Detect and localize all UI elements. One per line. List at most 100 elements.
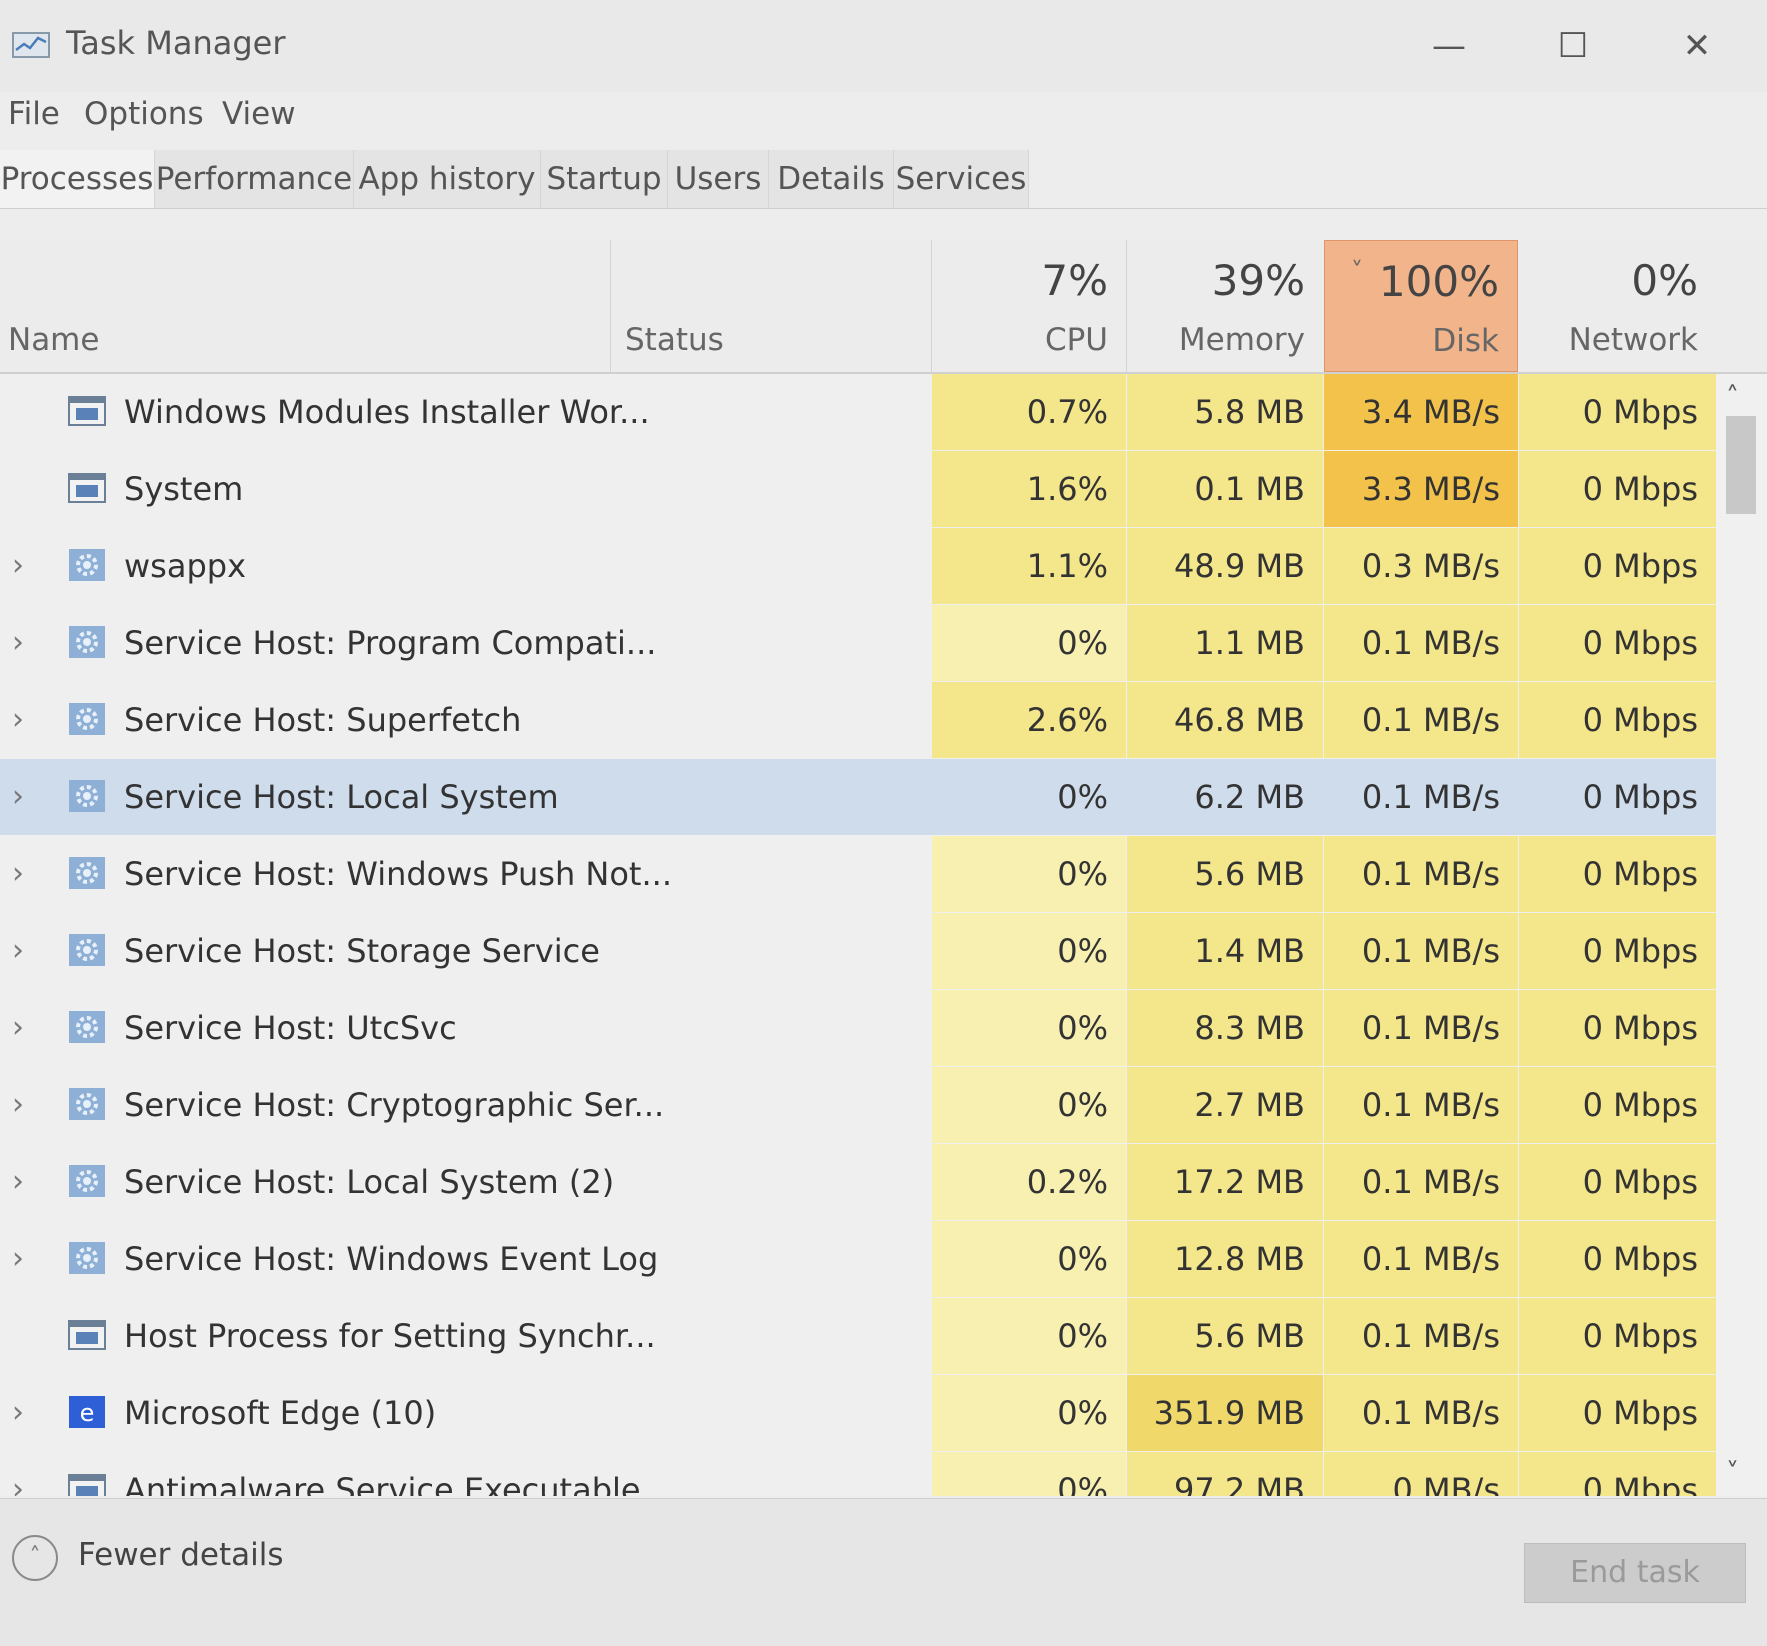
tab-details[interactable]: Details (769, 150, 894, 208)
expand-chevron-icon[interactable]: › (12, 1375, 38, 1451)
window-icon (68, 1318, 106, 1352)
window-icon (68, 471, 106, 505)
menu-options[interactable]: Options (84, 96, 204, 132)
memory-cell: 1.1 MB (1127, 605, 1323, 681)
disk-column-header[interactable]: ˅ 100% Disk (1324, 240, 1518, 372)
minimize-button[interactable]: — (1404, 18, 1494, 74)
task-manager-window: Task Manager — ☐ ✕ File Options View Pro… (0, 0, 1767, 1646)
expand-chevron-icon (12, 451, 38, 527)
menu-file[interactable]: File (8, 96, 60, 132)
scrollbar-thumb[interactable] (1726, 416, 1756, 514)
process-name: Service Host: Local System (2) (124, 1163, 615, 1201)
menu-view[interactable]: View (222, 96, 296, 132)
table-row[interactable]: › Service Host: Superfetch 2.6% 46.8 MB 0.1 … (0, 682, 1716, 758)
expand-chevron-icon[interactable]: › (12, 605, 38, 681)
window-title: Task Manager (66, 24, 286, 62)
table-row[interactable]: › Service Host: Cryptographic Ser... 0% 2.7… (0, 1067, 1716, 1143)
table-row[interactable]: › Service Host: Windows Event Log 0% 12.8 M… (0, 1221, 1716, 1297)
scroll-up-icon[interactable]: ˄ (1726, 382, 1739, 412)
gear-icon (68, 856, 106, 890)
network-cell: 0 Mbps (1519, 990, 1716, 1066)
process-list: Windows Modules Installer Wor... 0.7% 5.8 … (0, 374, 1716, 1496)
disk-cell: 0.1 MB/s (1324, 836, 1518, 912)
window-icon (68, 1472, 106, 1496)
scroll-down-icon[interactable]: ˅ (1726, 1458, 1739, 1488)
disk-header-label: Disk (1432, 323, 1499, 359)
disk-cell: 0 MB/s (1324, 1452, 1518, 1496)
memory-cell: 1.4 MB (1127, 913, 1323, 989)
process-name: Host Process for Setting Synchr... (124, 1317, 656, 1355)
network-cell: 0 Mbps (1519, 451, 1716, 527)
table-row[interactable]: › Service Host: Local System (2) 0.2% 17.2 … (0, 1144, 1716, 1220)
table-row[interactable]: › Service Host: UtcSvc 0% 8.3 MB 0.1 MB/s 0 M… (0, 990, 1716, 1066)
expand-chevron-icon[interactable]: › (12, 682, 38, 758)
expand-chevron-icon[interactable]: › (12, 913, 38, 989)
vertical-scrollbar[interactable]: ˄ ˅ (1716, 374, 1767, 1496)
fewer-details-link[interactable]: Fewer details (78, 1537, 284, 1573)
cpu-cell: 0% (932, 605, 1126, 681)
process-name: Service Host: Storage Service (124, 932, 600, 970)
maximize-button[interactable]: ☐ (1528, 18, 1618, 74)
network-cell: 0 Mbps (1519, 1298, 1716, 1374)
expand-chevron-icon[interactable]: › (12, 528, 38, 604)
status-column-header[interactable]: Status (611, 240, 931, 372)
table-row[interactable]: › Service Host: Windows Push Not... 0% 5.6 … (0, 836, 1716, 912)
table-row[interactable]: › Service Host: Local System 0% 6.2 MB 0.1 M… (0, 759, 1716, 835)
expand-chevron-icon[interactable]: › (12, 1452, 38, 1496)
cpu-column-header[interactable]: 7% CPU (932, 240, 1126, 372)
tab-processes[interactable]: Processes (0, 150, 155, 208)
memory-cell: 17.2 MB (1127, 1144, 1323, 1220)
table-row[interactable]: › e Microsoft Edge (10) 0% 351.9 MB 0.1 MB/s 0… (0, 1375, 1716, 1451)
cpu-cell: 0% (932, 1375, 1126, 1451)
expand-chevron-icon[interactable]: › (12, 1144, 38, 1220)
memory-header-label: Memory (1178, 322, 1305, 358)
end-task-button[interactable]: End task (1524, 1543, 1746, 1603)
gear-icon (68, 1241, 106, 1275)
close-button[interactable]: ✕ (1652, 18, 1742, 74)
process-name: Service Host: Local System (124, 778, 559, 816)
expand-chevron-icon (12, 374, 38, 450)
network-column-header[interactable]: 0% Network (1519, 240, 1716, 372)
expand-chevron-icon[interactable]: › (12, 1221, 38, 1297)
gear-icon (68, 548, 106, 582)
process-name: Windows Modules Installer Wor... (124, 393, 650, 431)
task-manager-icon (12, 32, 50, 58)
table-row[interactable]: System 1.6% 0.1 MB 3.3 MB/s 0 Mbps (0, 451, 1716, 527)
footer-bar: ˄ Fewer details End task (0, 1498, 1767, 1646)
tab-strip: Processes Performance App history Startu… (0, 150, 1767, 209)
name-column-header[interactable]: Name (0, 240, 610, 372)
expand-chevron-icon[interactable]: › (12, 759, 38, 835)
tab-users[interactable]: Users (668, 150, 769, 208)
cpu-cell: 0% (932, 836, 1126, 912)
expand-chevron-icon[interactable]: › (12, 990, 38, 1066)
table-row[interactable]: Host Process for Setting Synchr... 0% 5.6 … (0, 1298, 1716, 1374)
table-row[interactable]: › Antimalware Service Executable 0% 97.2 MB… (0, 1452, 1716, 1496)
network-cell: 0 Mbps (1519, 1452, 1716, 1496)
process-name: Service Host: Superfetch (124, 701, 522, 739)
table-row[interactable]: › wsappx 1.1% 48.9 MB 0.3 MB/s 0 Mbps (0, 528, 1716, 604)
cpu-cell: 2.6% (932, 682, 1126, 758)
gear-icon (68, 625, 106, 659)
memory-cell: 5.8 MB (1127, 374, 1323, 450)
expand-chevron-icon[interactable]: › (12, 836, 38, 912)
disk-cell: 0.1 MB/s (1324, 1221, 1518, 1297)
table-row[interactable]: › Service Host: Program Compati... 0% 1.1 M… (0, 605, 1716, 681)
tab-app-history[interactable]: App history (354, 150, 541, 208)
tab-services[interactable]: Services (894, 150, 1029, 208)
name-header-label: Name (8, 322, 100, 358)
cpu-cell: 1.6% (932, 451, 1126, 527)
window-icon (68, 394, 106, 428)
tab-performance[interactable]: Performance (155, 150, 354, 208)
column-header: Name Status 7% CPU 39% Memory ˅ 100% Dis… (0, 240, 1767, 374)
table-row[interactable]: › Service Host: Storage Service 0% 1.4 MB 0.… (0, 913, 1716, 989)
cpu-cell: 0% (932, 913, 1126, 989)
tab-startup[interactable]: Startup (541, 150, 668, 208)
gear-icon (68, 1087, 106, 1121)
memory-column-header[interactable]: 39% Memory (1127, 240, 1323, 372)
memory-cell: 6.2 MB (1127, 759, 1323, 835)
expand-chevron-icon[interactable]: › (12, 1067, 38, 1143)
disk-cell: 0.3 MB/s (1324, 528, 1518, 604)
memory-cell: 2.7 MB (1127, 1067, 1323, 1143)
table-row[interactable]: Windows Modules Installer Wor... 0.7% 5.8 … (0, 374, 1716, 450)
chevron-up-icon[interactable]: ˄ (12, 1535, 58, 1581)
